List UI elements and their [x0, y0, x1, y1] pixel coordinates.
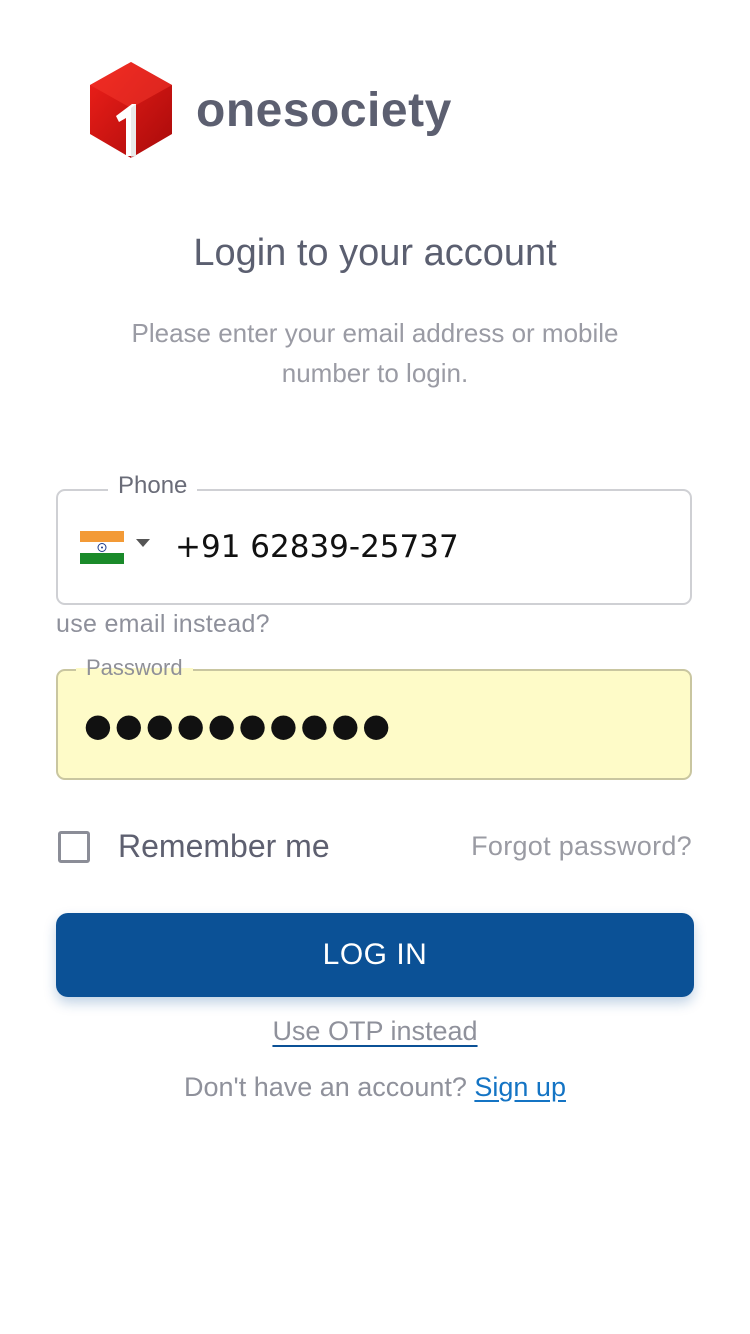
phone-input[interactable]: +91 62839-25737 — [175, 529, 459, 565]
forgot-password-link[interactable]: Forgot password? — [471, 831, 692, 862]
signup-prompt: Don't have an account? — [184, 1072, 467, 1102]
logo-icon — [90, 62, 172, 158]
phone-field[interactable]: Phone +91 62839-25737 — [56, 472, 692, 605]
brand-header: onesociety — [86, 60, 452, 160]
password-input[interactable]: ●●●●●●●●●● — [84, 706, 393, 744]
use-email-link[interactable]: use email instead? — [56, 610, 270, 639]
page-title: Login to your account — [193, 232, 557, 274]
country-dropdown-caret-icon[interactable] — [136, 539, 150, 547]
remember-me-label[interactable]: Remember me — [118, 828, 330, 865]
brand-name: onesociety — [196, 83, 452, 137]
signup-link[interactable]: Sign up — [474, 1072, 566, 1102]
remember-me[interactable]: Remember me — [58, 828, 330, 865]
otp-row: Use OTP instead — [0, 1016, 750, 1047]
india-flag-icon[interactable] — [80, 531, 124, 564]
password-field[interactable]: Password ●●●●●●●●●● — [56, 655, 692, 780]
login-button[interactable]: LOG IN — [56, 913, 694, 997]
password-label: Password — [76, 655, 193, 681]
login-page: onesociety Login to your account Please … — [0, 0, 750, 1334]
page-subtitle: Please enter your email address or mobil… — [131, 318, 619, 388]
signup-row: Don't have an account? Sign up — [0, 1072, 750, 1103]
remember-me-checkbox[interactable] — [58, 830, 90, 863]
phone-label: Phone — [108, 472, 198, 500]
use-otp-link[interactable]: Use OTP instead — [272, 1016, 477, 1046]
